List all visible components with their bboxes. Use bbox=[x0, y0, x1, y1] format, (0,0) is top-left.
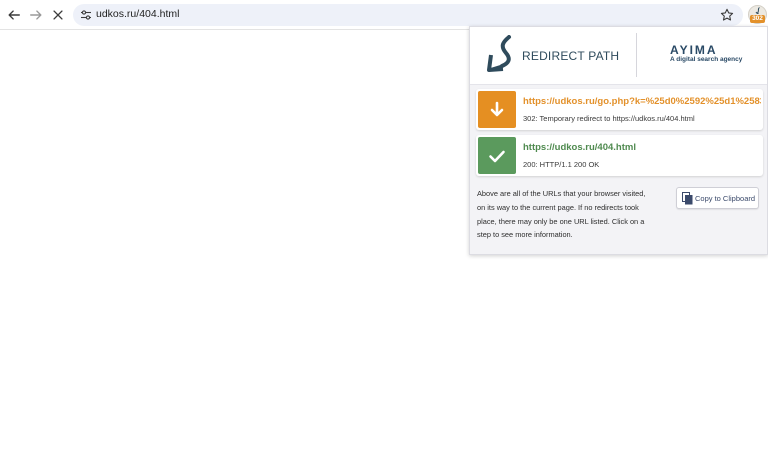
clipboard-icon bbox=[682, 192, 693, 205]
step-icon-box bbox=[478, 137, 516, 174]
arrow-down-icon bbox=[490, 101, 504, 116]
close-icon bbox=[53, 10, 63, 20]
copy-button-label: Copy to Clipboard bbox=[695, 194, 756, 203]
step-url[interactable]: https://udkos.ru/404.html bbox=[523, 142, 761, 153]
tune-icon[interactable] bbox=[80, 9, 92, 21]
forward-button[interactable] bbox=[26, 5, 46, 25]
redirect-step[interactable]: https://udkos.ru/404.html 200: HTTP/1.1 … bbox=[476, 135, 763, 176]
header-divider bbox=[636, 33, 637, 77]
popup-header: REDIRECT PATH AYIMA A digital search age… bbox=[470, 27, 767, 85]
star-icon[interactable] bbox=[720, 8, 734, 22]
ayima-logo[interactable]: AYIMA bbox=[670, 43, 718, 57]
back-button[interactable] bbox=[4, 5, 24, 25]
stop-button[interactable] bbox=[48, 5, 68, 25]
redirect-path-logo-icon bbox=[755, 7, 760, 14]
step-status: 200: HTTP/1.1 200 OK bbox=[523, 160, 600, 169]
redirect-path-logo bbox=[487, 35, 511, 72]
step-icon-box bbox=[478, 91, 516, 128]
arrow-right-icon bbox=[30, 10, 42, 20]
arrow-left-icon bbox=[8, 10, 20, 20]
extension-badge: 302 bbox=[750, 15, 765, 23]
redirect-path-extension-button[interactable]: 302 bbox=[748, 5, 767, 24]
check-icon bbox=[489, 150, 505, 162]
info-text: Above are all of the URLs that your brow… bbox=[477, 189, 646, 240]
brand-title: REDIRECT PATH bbox=[522, 49, 620, 63]
address-bar[interactable]: udkos.ru/404.html bbox=[73, 4, 743, 26]
ayima-tagline: A digital search agency bbox=[670, 56, 743, 63]
copy-to-clipboard-button[interactable]: Copy to Clipboard bbox=[676, 187, 759, 209]
redirect-path-popup: REDIRECT PATH AYIMA A digital search age… bbox=[469, 26, 768, 255]
step-url[interactable]: https://udkos.ru/go.php?k=%25d0%2592%25d… bbox=[523, 96, 761, 107]
redirect-step[interactable]: https://udkos.ru/go.php?k=%25d0%2592%25d… bbox=[476, 89, 763, 130]
url-text[interactable]: udkos.ru/404.html bbox=[96, 8, 179, 20]
step-status: 302: Temporary redirect to https://udkos… bbox=[523, 114, 695, 123]
